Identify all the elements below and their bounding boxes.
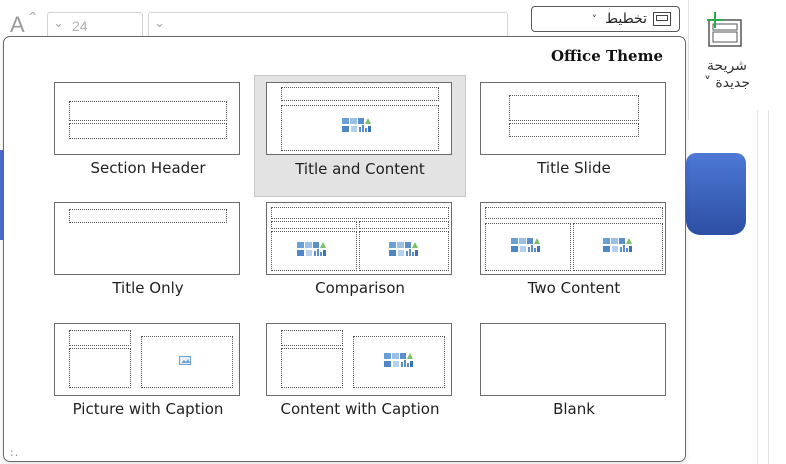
layout-label: Picture with Caption xyxy=(72,400,224,418)
layout-icon xyxy=(653,12,671,26)
layout-section-header[interactable]: Section Header xyxy=(42,77,254,195)
layout-thumbnail xyxy=(54,82,240,155)
layout-label: Title Only xyxy=(112,279,184,297)
new-slide-label-line2: جديدة ˅ xyxy=(703,75,751,91)
content-icons-icon xyxy=(297,242,326,256)
content-icons-icon xyxy=(511,238,540,252)
title-placeholder xyxy=(281,330,343,346)
layout-label: Section Header xyxy=(90,159,206,177)
chevron-down-icon: ⌄ xyxy=(53,16,64,31)
pane-divider xyxy=(757,110,758,464)
layout-thumbnail xyxy=(480,82,666,155)
layout-title-only[interactable]: Title Only xyxy=(42,197,254,315)
font-size-select[interactable]: ⌄ 24 xyxy=(47,12,143,38)
font-name-select[interactable]: ⌄ xyxy=(148,12,508,38)
layout-gallery: Office Theme Section Header Title and Co… xyxy=(3,36,686,462)
layout-button-label: تخطيط xyxy=(605,11,647,27)
content-icons-icon xyxy=(384,353,413,367)
title-placeholder xyxy=(69,101,227,121)
layout-thumbnail xyxy=(266,82,452,155)
layout-comparison[interactable]: Comparison xyxy=(254,197,466,315)
layout-title-and-content[interactable]: Title and Content xyxy=(254,75,466,197)
content-icons-icon xyxy=(389,242,418,256)
layout-thumbnail xyxy=(266,202,452,275)
title-placeholder xyxy=(509,95,639,121)
chevron-down-icon: ˅ xyxy=(591,12,598,26)
layout-thumbnail xyxy=(54,202,240,275)
title-placeholder xyxy=(69,209,227,223)
layout-label: Content with Caption xyxy=(280,400,440,418)
layout-title-slide[interactable]: Title Slide xyxy=(468,77,680,195)
title-placeholder xyxy=(69,330,131,346)
layout-content-with-caption[interactable]: Content with Caption xyxy=(254,318,466,448)
ribbon-divider xyxy=(688,0,689,120)
heading-placeholder xyxy=(271,221,357,229)
layout-thumbnail xyxy=(266,323,452,396)
title-placeholder xyxy=(485,207,663,219)
layout-dropdown-button[interactable]: ˅ تخطيط xyxy=(531,6,680,32)
text-placeholder xyxy=(69,348,131,388)
heading-placeholder xyxy=(359,221,449,229)
font-size-value: 24 xyxy=(72,18,88,34)
layout-blank[interactable]: Blank xyxy=(468,318,680,448)
content-icons-icon xyxy=(342,118,371,132)
title-placeholder xyxy=(271,207,449,219)
new-slide-button[interactable]: شريحة جديدة ˅ xyxy=(690,8,768,103)
subtitle-placeholder xyxy=(509,123,639,137)
gallery-title: Office Theme xyxy=(550,47,663,65)
new-slide-label: شريحة جديدة ˅ xyxy=(690,58,764,92)
new-slide-label-line1: شريحة xyxy=(707,58,747,74)
caret-up-icon: ^ xyxy=(28,10,38,23)
layout-label: Title and Content xyxy=(295,160,425,178)
layout-picture-with-caption[interactable]: Picture with Caption xyxy=(42,318,254,448)
grow-font-button[interactable]: A xyxy=(10,12,25,38)
content-icons-icon xyxy=(603,238,632,252)
layout-label: Title Slide xyxy=(537,159,611,177)
new-slide-icon xyxy=(707,12,742,47)
layout-label: Comparison xyxy=(315,279,405,297)
title-placeholder xyxy=(281,87,439,101)
slide-shape xyxy=(686,153,746,235)
chevron-down-icon: ⌄ xyxy=(154,16,165,31)
layout-label: Two Content xyxy=(527,279,621,297)
text-placeholder xyxy=(281,348,343,388)
layout-two-content[interactable]: Two Content xyxy=(468,197,680,315)
layout-thumbnail xyxy=(480,323,666,396)
resize-grip[interactable]: :. xyxy=(10,446,19,459)
layout-label: Blank xyxy=(553,400,595,418)
text-placeholder xyxy=(69,123,227,139)
picture-icon xyxy=(179,356,191,365)
layout-thumbnail xyxy=(480,202,666,275)
pane-divider xyxy=(768,110,769,464)
layout-thumbnail xyxy=(54,323,240,396)
